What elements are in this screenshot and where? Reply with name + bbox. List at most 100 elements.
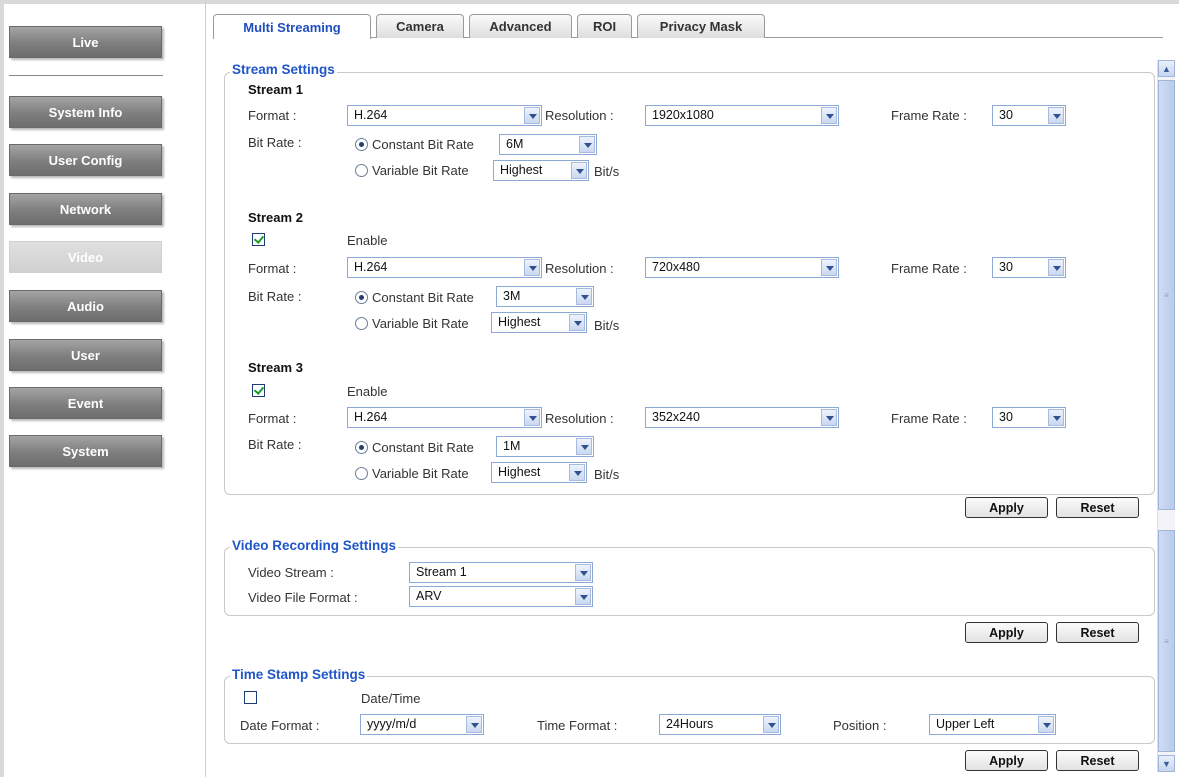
bit-rate-label: Bit Rate : <box>248 289 302 304</box>
vbr-label: Variable Bit Rate <box>372 466 469 481</box>
sidebar-item-audio[interactable]: Audio <box>9 290 162 322</box>
stream-3-enable-checkbox[interactable] <box>252 384 265 397</box>
chevron-down-icon <box>576 288 592 305</box>
content-divider <box>205 0 206 777</box>
stream-reset-button[interactable]: Reset <box>1056 497 1139 518</box>
vbr-label: Variable Bit Rate <box>372 163 469 178</box>
stream-1-resolution-select[interactable]: 1920x1080 <box>645 105 839 126</box>
format-label: Format : <box>248 261 297 276</box>
resolution-label: Resolution : <box>545 261 614 276</box>
date-format-label: Date Format : <box>240 718 320 733</box>
sidebar-item-system[interactable]: System <box>9 435 162 467</box>
scroll-thumb-upper[interactable]: ≡ <box>1158 80 1175 510</box>
stream-3-frame-rate-select[interactable]: 30 <box>992 407 1066 428</box>
stream-1-cbr-select[interactable]: 6M <box>499 134 597 155</box>
video-file-format-label: Video File Format : <box>248 590 358 605</box>
enable-label: Enable <box>347 233 388 248</box>
stream-1-title: Stream 1 <box>248 82 303 97</box>
date-time-label: Date/Time <box>361 691 421 706</box>
chevron-down-icon <box>524 107 540 124</box>
time-stamp-title: Time Stamp Settings <box>230 667 368 682</box>
sidebar-item-network[interactable]: Network <box>9 193 162 225</box>
stream-1-vbr-select[interactable]: Highest <box>493 160 589 181</box>
stream-2-title: Stream 2 <box>248 210 303 225</box>
stream-3-title: Stream 3 <box>248 360 303 375</box>
tab-advanced[interactable]: Advanced <box>469 14 572 38</box>
frame-rate-label: Frame Rate : <box>891 261 967 276</box>
chevron-down-icon <box>1048 259 1064 276</box>
video-recording-panel <box>224 547 1155 616</box>
video-stream-label: Video Stream : <box>248 565 334 580</box>
scroll-up-icon[interactable]: ▲ <box>1158 60 1175 77</box>
sidebar-item-video[interactable]: Video <box>9 241 162 273</box>
stream-3-cbr-radio[interactable] <box>355 441 368 454</box>
stream-apply-button[interactable]: Apply <box>965 497 1048 518</box>
stream-1-vbr-radio[interactable] <box>355 164 368 177</box>
stream-2-enable-checkbox[interactable] <box>252 233 265 246</box>
stream-2-vbr-radio[interactable] <box>355 317 368 330</box>
video-recording-title: Video Recording Settings <box>230 538 399 553</box>
stream-3-cbr-select[interactable]: 1M <box>496 436 594 457</box>
timestamp-apply-button[interactable]: Apply <box>965 750 1048 771</box>
vbr-label: Variable Bit Rate <box>372 316 469 331</box>
time-format-select[interactable]: 24Hours <box>659 714 781 735</box>
cbr-label: Constant Bit Rate <box>372 137 474 152</box>
stream-settings-panel <box>224 72 1155 495</box>
recording-apply-button[interactable]: Apply <box>965 622 1048 643</box>
stream-2-cbr-select[interactable]: 3M <box>496 286 594 307</box>
tab-roi[interactable]: ROI <box>577 14 632 38</box>
sidebar-item-live[interactable]: Live <box>9 26 162 58</box>
enable-label: Enable <box>347 384 388 399</box>
frame-rate-label: Frame Rate : <box>891 411 967 426</box>
cbr-label: Constant Bit Rate <box>372 440 474 455</box>
sidebar-divider <box>9 75 163 76</box>
sidebar-item-user-config[interactable]: User Config <box>9 144 162 176</box>
cbr-label: Constant Bit Rate <box>372 290 474 305</box>
chevron-down-icon <box>524 409 540 426</box>
chevron-down-icon <box>571 162 587 179</box>
sidebar-item-user[interactable]: User <box>9 339 162 371</box>
stream-2-vbr-select[interactable]: Highest <box>491 312 587 333</box>
chevron-down-icon <box>576 438 592 455</box>
tab-multi-streaming[interactable]: Multi Streaming <box>213 14 371 39</box>
chevron-down-icon <box>575 588 591 605</box>
stream-2-cbr-radio[interactable] <box>355 291 368 304</box>
chevron-down-icon <box>821 107 837 124</box>
stream-3-vbr-radio[interactable] <box>355 467 368 480</box>
chevron-down-icon <box>466 716 482 733</box>
format-label: Format : <box>248 108 297 123</box>
stream-3-format-select[interactable]: H.264 <box>347 407 542 428</box>
video-stream-select[interactable]: Stream 1 <box>409 562 593 583</box>
date-format-select[interactable]: yyyy/m/d <box>360 714 484 735</box>
scroll-thumb-lower[interactable]: ≡ <box>1158 530 1175 752</box>
sidebar: Live System Info User Config Network Vid… <box>0 0 205 777</box>
stream-2-resolution-select[interactable]: 720x480 <box>645 257 839 278</box>
date-time-checkbox[interactable] <box>244 691 257 704</box>
time-format-label: Time Format : <box>537 718 618 733</box>
bit-rate-label: Bit Rate : <box>248 437 302 452</box>
bits-unit-label: Bit/s <box>594 318 620 333</box>
stream-1-cbr-radio[interactable] <box>355 138 368 151</box>
video-file-format-select[interactable]: ARV <box>409 586 593 607</box>
sidebar-item-event[interactable]: Event <box>9 387 162 419</box>
resolution-label: Resolution : <box>545 108 614 123</box>
format-label: Format : <box>248 411 297 426</box>
chevron-down-icon <box>579 136 595 153</box>
recording-reset-button[interactable]: Reset <box>1056 622 1139 643</box>
sidebar-item-system-info[interactable]: System Info <box>9 96 162 128</box>
stream-3-vbr-select[interactable]: Highest <box>491 462 587 483</box>
tab-camera[interactable]: Camera <box>376 14 464 38</box>
stream-1-frame-rate-select[interactable]: 30 <box>992 105 1066 126</box>
stream-1-format-select[interactable]: H.264 <box>347 105 542 126</box>
stream-2-frame-rate-select[interactable]: 30 <box>992 257 1066 278</box>
scroll-down-icon[interactable]: ▼ <box>1158 755 1175 772</box>
resolution-label: Resolution : <box>545 411 614 426</box>
position-select[interactable]: Upper Left <box>929 714 1056 735</box>
timestamp-reset-button[interactable]: Reset <box>1056 750 1139 771</box>
content-scrollbar[interactable]: ▲ ≡ ≡ ▼ <box>1157 60 1175 772</box>
frame-rate-label: Frame Rate : <box>891 108 967 123</box>
tab-privacy-mask[interactable]: Privacy Mask <box>637 14 765 38</box>
chevron-down-icon <box>569 464 585 481</box>
stream-3-resolution-select[interactable]: 352x240 <box>645 407 839 428</box>
stream-2-format-select[interactable]: H.264 <box>347 257 542 278</box>
